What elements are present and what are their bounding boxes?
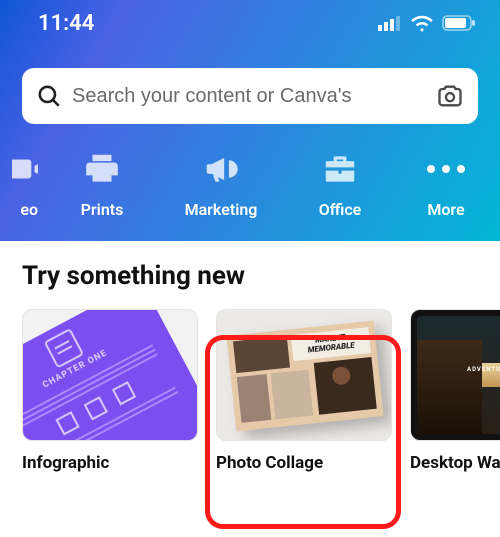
battery-icon (442, 15, 476, 31)
video-icon (12, 150, 38, 188)
card-label: Photo Collage (216, 453, 392, 473)
cellular-icon (378, 15, 402, 31)
status-icons (378, 14, 476, 32)
template-card-infographic[interactable]: CHAPTER ONE Infographic (22, 309, 198, 473)
content-sheet: Try something new CHAPTER ONE Infographi… (0, 233, 500, 473)
wifi-icon (410, 14, 434, 32)
pill-label: Prints (81, 200, 124, 219)
pill-label: Office (319, 200, 362, 219)
search-icon (36, 83, 62, 109)
template-card-desktop-wallpaper[interactable]: ADVENTURE IS W Desktop Wal (410, 309, 500, 473)
pill-video[interactable]: eo (12, 150, 38, 219)
category-pill-row[interactable]: eo Prints Marketing Office More (0, 150, 500, 219)
card-thumbnail: CHAPTER ONE (22, 309, 198, 441)
app-header: 11:44 eo (0, 0, 500, 241)
pill-prints[interactable]: Prints (47, 150, 157, 219)
pill-marketing[interactable]: Marketing (166, 150, 276, 219)
search-bar[interactable] (22, 68, 478, 124)
megaphone-icon (202, 150, 240, 188)
printer-icon (83, 150, 121, 188)
search-input[interactable] (72, 85, 426, 108)
card-thumbnail: ADVENTURE IS W (410, 309, 500, 441)
card-label: Infographic (22, 453, 198, 473)
section-heading: Try something new (0, 261, 500, 309)
card-thumbnail: MAKE ITMEMORABLE (216, 309, 392, 441)
pill-label: More (427, 200, 464, 219)
briefcase-icon (321, 150, 359, 188)
more-icon (427, 150, 465, 188)
status-bar: 11:44 (0, 0, 500, 46)
template-card-row[interactable]: CHAPTER ONE Infographic MAKE ITMEMORABLE… (0, 309, 500, 473)
clock: 11:44 (38, 11, 94, 36)
pill-label: Marketing (185, 200, 258, 219)
camera-icon[interactable] (436, 82, 464, 110)
template-card-photo-collage[interactable]: MAKE ITMEMORABLE Photo Collage (216, 309, 392, 473)
pill-label: eo (12, 200, 38, 219)
pill-more[interactable]: More (404, 150, 488, 219)
card-label: Desktop Wal (410, 453, 500, 473)
pill-office[interactable]: Office (285, 150, 395, 219)
